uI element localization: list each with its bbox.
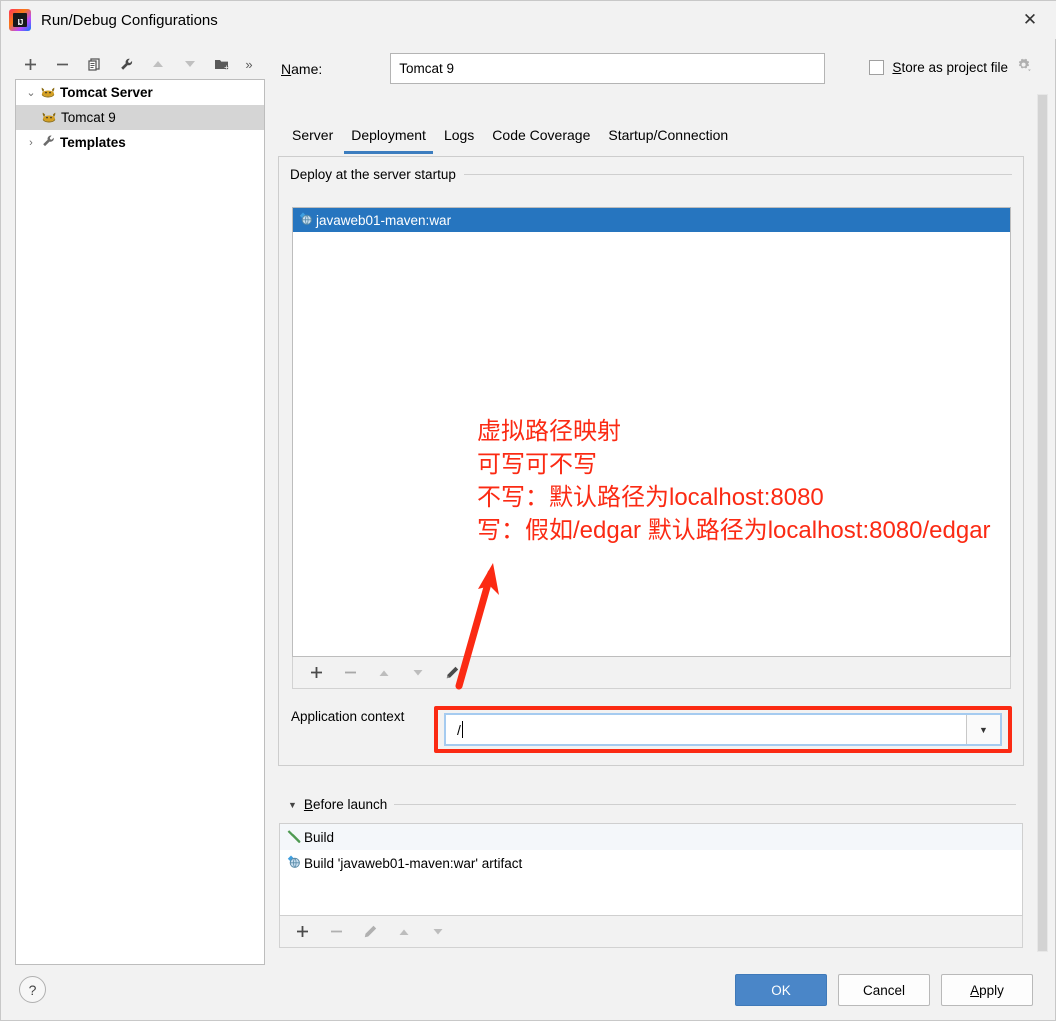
tree-item-label: Templates xyxy=(60,135,126,150)
chevron-down-icon[interactable]: ⌄ xyxy=(22,86,40,99)
annotation-text: 虚拟路径映射 可写可不写 不写：默认路径为localhost:8080 写：假如… xyxy=(477,415,991,547)
scrollbar-thumb[interactable] xyxy=(1037,94,1048,952)
chevron-down-icon[interactable]: ▼ xyxy=(966,715,1000,744)
list-item[interactable]: Build xyxy=(280,824,1022,850)
store-as-project-file-checkbox[interactable] xyxy=(869,59,885,75)
name-label: Name: xyxy=(281,60,323,77)
deployment-list-toolbar xyxy=(292,657,1011,689)
before-launch-header[interactable]: ▼ Before launch xyxy=(288,797,1016,812)
dialog-button-row: OK Cancel Apply xyxy=(735,974,1033,1006)
vertical-scrollbar[interactable] xyxy=(1036,93,1049,961)
help-button[interactable]: ? xyxy=(19,976,46,1003)
separator-line xyxy=(463,174,1012,175)
text-caret xyxy=(461,721,463,738)
add-configuration-button[interactable] xyxy=(15,51,45,77)
deploy-group-header: Deploy at the server startup xyxy=(290,167,1012,182)
edit-before-launch-task-pencil-icon[interactable] xyxy=(356,919,384,945)
configurations-tree[interactable]: ⌄ Tomcat Server Tomcat 9 › Templates xyxy=(15,79,265,965)
artifact-icon xyxy=(286,854,304,872)
copy-configuration-button[interactable] xyxy=(79,51,109,77)
before-launch-list[interactable]: Build Build 'javaweb01-maven:war' artifa… xyxy=(279,823,1023,916)
chevron-right-icon[interactable]: › xyxy=(22,137,40,149)
title-bar: IJ Run/Debug Configurations ✕ xyxy=(1,1,1056,39)
list-item[interactable]: Build 'javaweb01-maven:war' artifact xyxy=(280,850,1022,876)
ok-button[interactable]: OK xyxy=(735,974,827,1006)
more-options-button[interactable]: » xyxy=(239,51,259,77)
name-input[interactable]: Tomcat 9 xyxy=(390,53,826,84)
run-debug-configurations-dialog: IJ Run/Debug Configurations ✕ » ⌄ Tomcat… xyxy=(0,0,1056,1021)
tree-item-templates[interactable]: › Templates xyxy=(16,130,264,155)
move-down-button[interactable] xyxy=(175,51,205,77)
tree-item-label: Tomcat Server xyxy=(60,85,153,100)
annotation-line: 写：假如/edgar 默认路径为localhost:8080/edgar xyxy=(477,517,991,544)
add-before-launch-task-button[interactable] xyxy=(288,919,316,945)
store-as-project-file-label: Store as project file xyxy=(892,59,1008,75)
tomcat-icon xyxy=(40,85,57,100)
move-task-down-button[interactable] xyxy=(424,919,452,945)
move-artifact-up-button[interactable] xyxy=(370,660,398,686)
build-hammer-icon xyxy=(286,828,304,847)
remove-before-launch-task-button[interactable] xyxy=(322,919,350,945)
annotation-line: 虚拟路径映射 xyxy=(477,418,621,445)
remove-configuration-button[interactable] xyxy=(47,51,77,77)
before-launch-title: Before launch xyxy=(303,797,388,812)
move-artifact-down-button[interactable] xyxy=(404,660,432,686)
gear-icon[interactable] xyxy=(1016,57,1033,77)
create-folder-button[interactable] xyxy=(207,51,237,77)
list-item-label: Build 'javaweb01-maven:war' artifact xyxy=(304,855,523,871)
annotation-line: 可写可不写 xyxy=(477,451,597,478)
configuration-tabs: Server Deployment Logs Code Coverage Sta… xyxy=(283,123,737,154)
move-up-button[interactable] xyxy=(143,51,173,77)
tab-startup-connection[interactable]: Startup/Connection xyxy=(599,123,737,149)
application-context-row: Application context xyxy=(291,709,404,724)
before-launch-panel: ▼ Before launch Build Build 'javaweb01-m… xyxy=(278,791,1024,961)
tree-item-tomcat-server[interactable]: ⌄ Tomcat Server xyxy=(16,80,264,105)
store-as-project-file-row[interactable]: Store as project file xyxy=(869,57,1033,77)
window-title: Run/Debug Configurations xyxy=(41,11,218,29)
move-task-up-button[interactable] xyxy=(390,919,418,945)
list-item-label: Build xyxy=(304,829,335,845)
deploy-group-title: Deploy at the server startup xyxy=(290,167,456,182)
tree-item-label: Tomcat 9 xyxy=(61,110,116,125)
red-arrow-annotation xyxy=(455,563,499,690)
artifact-icon xyxy=(298,211,316,229)
apply-button[interactable]: Apply xyxy=(941,974,1033,1006)
cancel-button[interactable]: Cancel xyxy=(838,974,930,1006)
separator-line xyxy=(394,804,1016,805)
remove-artifact-button[interactable] xyxy=(336,660,364,686)
tab-deployment[interactable]: Deployment xyxy=(342,123,435,154)
application-context-label: Application context xyxy=(291,709,405,724)
tab-server[interactable]: Server xyxy=(283,123,342,149)
edit-templates-wrench-icon[interactable] xyxy=(111,51,141,77)
wrench-icon xyxy=(40,134,57,151)
intellij-idea-icon: IJ xyxy=(9,9,31,31)
configurations-toolbar: » xyxy=(15,49,265,79)
tree-item-tomcat-9[interactable]: Tomcat 9 xyxy=(16,105,264,130)
tab-logs[interactable]: Logs xyxy=(435,123,483,149)
annotation-line: 不写：默认路径为localhost:8080 xyxy=(477,484,824,511)
tomcat-icon xyxy=(41,110,58,125)
list-item-label: javaweb01-maven:war xyxy=(316,212,452,228)
add-artifact-button[interactable] xyxy=(302,660,330,686)
close-icon[interactable]: ✕ xyxy=(1011,5,1049,35)
name-row: Name: Tomcat 9 xyxy=(281,53,826,84)
list-item[interactable]: javaweb01-maven:war xyxy=(293,208,1010,232)
tab-code-coverage[interactable]: Code Coverage xyxy=(483,123,599,149)
application-context-value: / xyxy=(457,721,461,738)
chevron-down-icon[interactable]: ▼ xyxy=(288,800,297,810)
before-launch-toolbar xyxy=(279,916,1023,948)
